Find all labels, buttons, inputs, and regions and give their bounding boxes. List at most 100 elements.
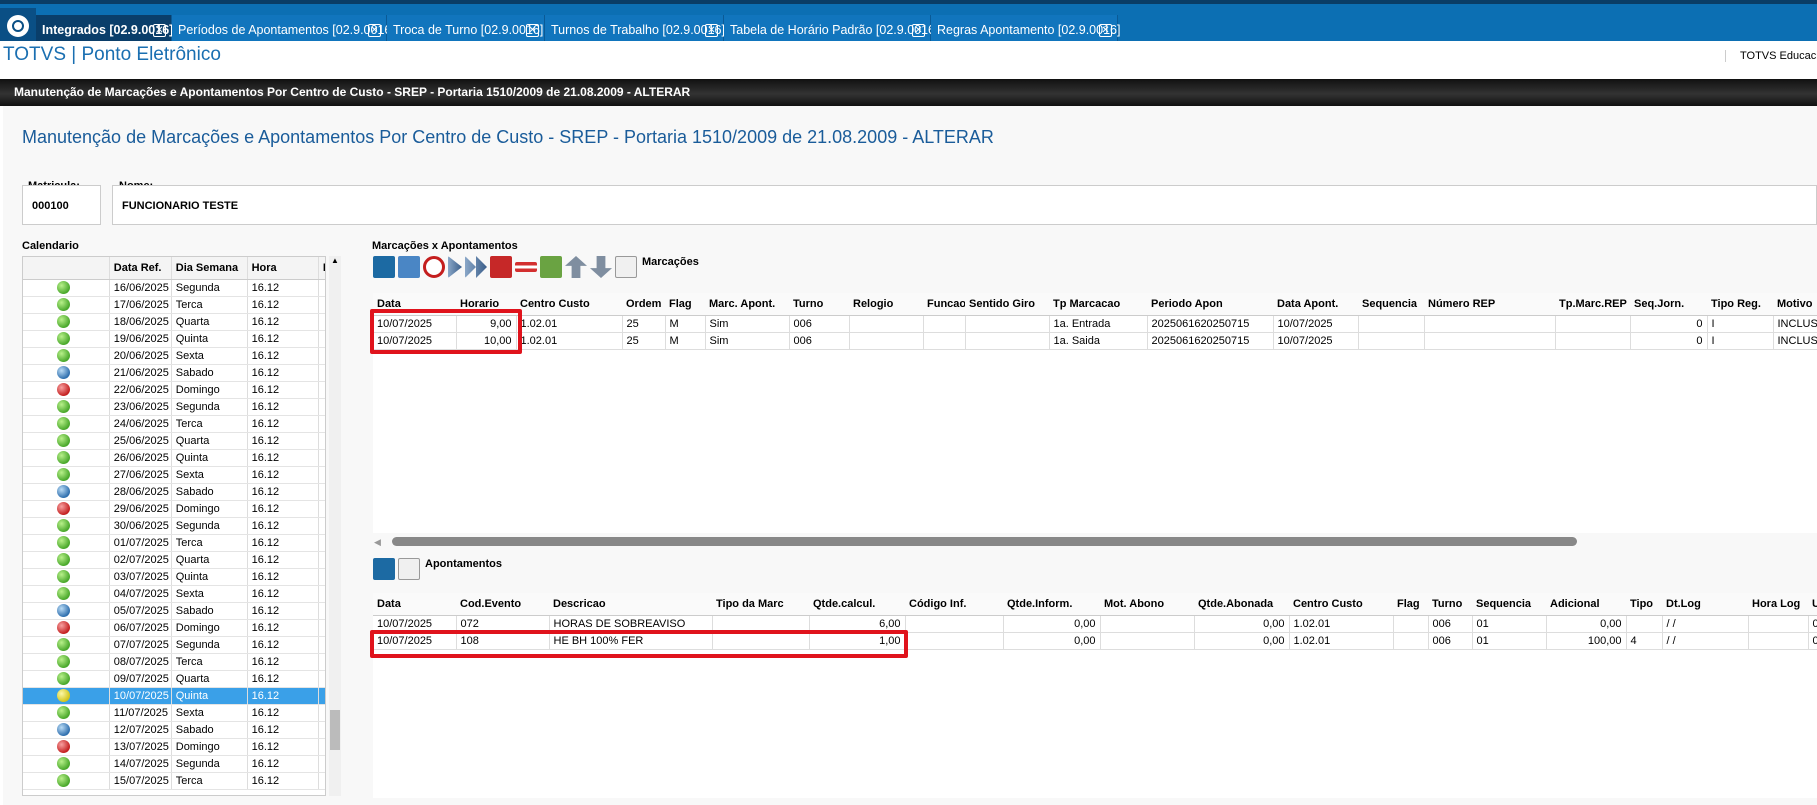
- calendar-row[interactable]: 01/07/2025 Terca 16.12: [23, 534, 325, 552]
- edit-note-icon[interactable]: [615, 256, 637, 278]
- apontamentos-col-header[interactable]: Centro Custo: [1289, 593, 1393, 616]
- calendar-row[interactable]: 26/06/2025 Quinta 16.12: [23, 449, 325, 467]
- calendar-col-data-ref[interactable]: Data Ref.: [109, 257, 172, 280]
- calendar-row[interactable]: 07/07/2025 Segunda 16.12: [23, 636, 325, 654]
- calendar-row[interactable]: 20/06/2025 Sexta 16.12: [23, 347, 325, 365]
- marcacoes-col-header[interactable]: Centro Custo: [516, 293, 622, 316]
- apontamentos-col-header[interactable]: Dt.Log: [1662, 593, 1748, 616]
- calendar-col-status[interactable]: [23, 257, 110, 280]
- calendar-grid[interactable]: Data Ref. Dia Semana Hora I 16/06/2025 Se…: [22, 256, 326, 796]
- calendar-alert-icon[interactable]: [490, 256, 512, 278]
- calendar-row[interactable]: 29/06/2025 Domingo 16.12: [23, 500, 325, 518]
- apontamentos-col-header[interactable]: Flag: [1393, 593, 1428, 616]
- marcacoes-row[interactable]: 10/07/2025 10,00 1.02.01 25 M Sim 006 1a. Saida…: [373, 332, 1817, 350]
- calendar-scrollbar[interactable]: ▲: [329, 256, 341, 796]
- calendar-row[interactable]: 04/07/2025 Sexta 16.12: [23, 585, 325, 603]
- close-icon[interactable]: ✕: [705, 24, 718, 37]
- scroll-up-icon[interactable]: ▲: [330, 256, 340, 268]
- apontamentos-grid[interactable]: Data Cod.Evento Descricao Tipo da Marc Qtde.…: [373, 593, 1817, 798]
- marcacoes-col-header[interactable]: Tp.Marc.REP: [1555, 293, 1630, 316]
- marcacoes-col-header[interactable]: Data Apont.: [1273, 293, 1358, 316]
- marcacoes-hscrollbar[interactable]: [392, 537, 1577, 546]
- marcacoes-col-header[interactable]: Sentido Giro: [965, 293, 1049, 316]
- apontamentos-col-header[interactable]: Qtde.Abonada: [1194, 593, 1289, 616]
- marcacoes-col-header[interactable]: Flag: [665, 293, 705, 316]
- calendar-row[interactable]: 03/07/2025 Quinta 16.12: [23, 568, 325, 586]
- calendar-row[interactable]: 17/06/2025 Terca 16.12: [23, 296, 325, 314]
- next-icon[interactable]: [448, 256, 462, 278]
- calendar-row[interactable]: 09/07/2025 Quarta 16.12: [23, 670, 325, 688]
- calendar-row[interactable]: 05/07/2025 Sabado 16.12: [23, 602, 325, 620]
- calendar-row[interactable]: 16/06/2025 Segunda 16.12: [23, 279, 325, 297]
- arrow-up-icon[interactable]: [565, 256, 587, 278]
- calendar-col-extra[interactable]: I: [318, 257, 325, 280]
- matricula-field[interactable]: 000100: [22, 185, 101, 225]
- apontamentos-col-header[interactable]: Adicional: [1546, 593, 1626, 616]
- calendar-row[interactable]: 14/07/2025 Segunda 16.12: [23, 755, 325, 773]
- marcacoes-col-header[interactable]: Ordem: [622, 293, 665, 316]
- marcacoes-col-header[interactable]: Motivo: [1773, 293, 1817, 316]
- marcacoes-col-header[interactable]: Relogio: [849, 293, 923, 316]
- marcacoes-col-header[interactable]: Funcao: [923, 293, 965, 316]
- apontamentos-col-header[interactable]: Turno: [1428, 593, 1472, 616]
- equals-icon[interactable]: [515, 262, 537, 272]
- arrow-down-icon[interactable]: [590, 256, 612, 278]
- calendar-row[interactable]: 30/06/2025 Segunda 16.12: [23, 517, 325, 535]
- apontamentos-col-header[interactable]: Tipo da Marc: [712, 593, 809, 616]
- calendar-icon[interactable]: [398, 256, 420, 278]
- apontamentos-col-header[interactable]: Cod.Evento: [456, 593, 549, 616]
- marcacoes-col-header[interactable]: Marc. Apont.: [705, 293, 789, 316]
- money-icon[interactable]: [540, 256, 562, 278]
- marcacoes-grid[interactable]: Data Horario Centro Custo Ordem Flag Marc. Ap…: [373, 293, 1817, 533]
- marcacoes-col-header[interactable]: Sequencia: [1358, 293, 1424, 316]
- fast-forward-icon[interactable]: [465, 256, 487, 278]
- marcacoes-col-header[interactable]: Turno: [789, 293, 849, 316]
- scroll-left-icon[interactable]: ◀: [374, 537, 381, 548]
- calendar-row[interactable]: 15/07/2025 Terca 16.12: [23, 772, 325, 790]
- totvs-logo-icon[interactable]: [0, 8, 36, 45]
- apontamentos-col-header[interactable]: Hora Log: [1748, 593, 1808, 616]
- marcacoes-col-header[interactable]: Seq.Jorn.: [1630, 293, 1707, 316]
- close-icon[interactable]: ✕: [526, 24, 539, 37]
- marcacoes-col-header[interactable]: Número REP: [1424, 293, 1555, 316]
- scroll-thumb[interactable]: [330, 710, 340, 750]
- apontamentos-col-header[interactable]: Tipo: [1626, 593, 1662, 616]
- close-icon[interactable]: ✕: [153, 24, 166, 37]
- marcacoes-row[interactable]: 10/07/2025 9,00 1.02.01 25 M Sim 006 1a. Entrad…: [373, 315, 1817, 333]
- environment-label[interactable]: TOTVS Educaci: [1725, 50, 1817, 62]
- apontamentos-col-header[interactable]: Mot. Abono: [1100, 593, 1194, 616]
- calendar-row[interactable]: 08/07/2025 Terca 16.12: [23, 653, 325, 671]
- calendar-row[interactable]: 28/06/2025 Sabado 16.12: [23, 483, 325, 501]
- calendar-row[interactable]: 11/07/2025 Sexta 16.12: [23, 704, 325, 722]
- nome-field[interactable]: FUNCIONARIO TESTE: [112, 185, 1817, 225]
- calendar-row[interactable]: 10/07/2025 Quinta 16.12: [23, 687, 325, 705]
- apontamentos-col-header[interactable]: Sequencia: [1472, 593, 1546, 616]
- calendar-row[interactable]: 27/06/2025 Sexta 16.12: [23, 466, 325, 484]
- calendar-row[interactable]: 13/07/2025 Domingo 16.12: [23, 738, 325, 756]
- apontamentos-col-header[interactable]: Descricao: [549, 593, 712, 616]
- calendar-col-dia-semana[interactable]: Dia Semana: [171, 257, 248, 280]
- apontamentos-col-header[interactable]: Us: [1808, 593, 1817, 616]
- apontamentos-col-header[interactable]: Qtde.Inform.: [1003, 593, 1100, 616]
- apontamentos-col-header[interactable]: Código Inf.: [905, 593, 1003, 616]
- apontamentos-col-header[interactable]: Qtde.calcul.: [809, 593, 905, 616]
- calendar-row[interactable]: 23/06/2025 Segunda 16.12: [23, 398, 325, 416]
- calendar-row[interactable]: 18/06/2025 Quarta 16.12: [23, 313, 325, 331]
- edit-icon[interactable]: [373, 256, 395, 278]
- calendar-row[interactable]: 22/06/2025 Domingo 16.12: [23, 381, 325, 399]
- calendar-row[interactable]: 25/06/2025 Quarta 16.12: [23, 432, 325, 450]
- calendar-row[interactable]: 06/07/2025 Domingo 16.12: [23, 619, 325, 637]
- edit-icon[interactable]: [373, 558, 395, 580]
- calendar-col-hora[interactable]: Hora: [247, 257, 319, 280]
- marcacoes-col-header[interactable]: Tp Marcacao: [1049, 293, 1147, 316]
- calendar-row[interactable]: 21/06/2025 Sabado 16.12: [23, 364, 325, 382]
- calendar-row[interactable]: 19/06/2025 Quinta 16.12: [23, 330, 325, 348]
- apontamentos-col-header[interactable]: Data: [373, 593, 456, 616]
- close-icon[interactable]: ✕: [912, 24, 925, 37]
- close-icon[interactable]: ✕: [368, 24, 381, 37]
- calendar-row[interactable]: 12/07/2025 Sabado 16.12: [23, 721, 325, 739]
- marcacoes-col-header[interactable]: Tipo Reg.: [1707, 293, 1773, 316]
- close-icon[interactable]: ✕: [1099, 24, 1112, 37]
- marcacoes-col-header[interactable]: Periodo Apon: [1147, 293, 1273, 316]
- edit-note-icon[interactable]: [398, 558, 420, 580]
